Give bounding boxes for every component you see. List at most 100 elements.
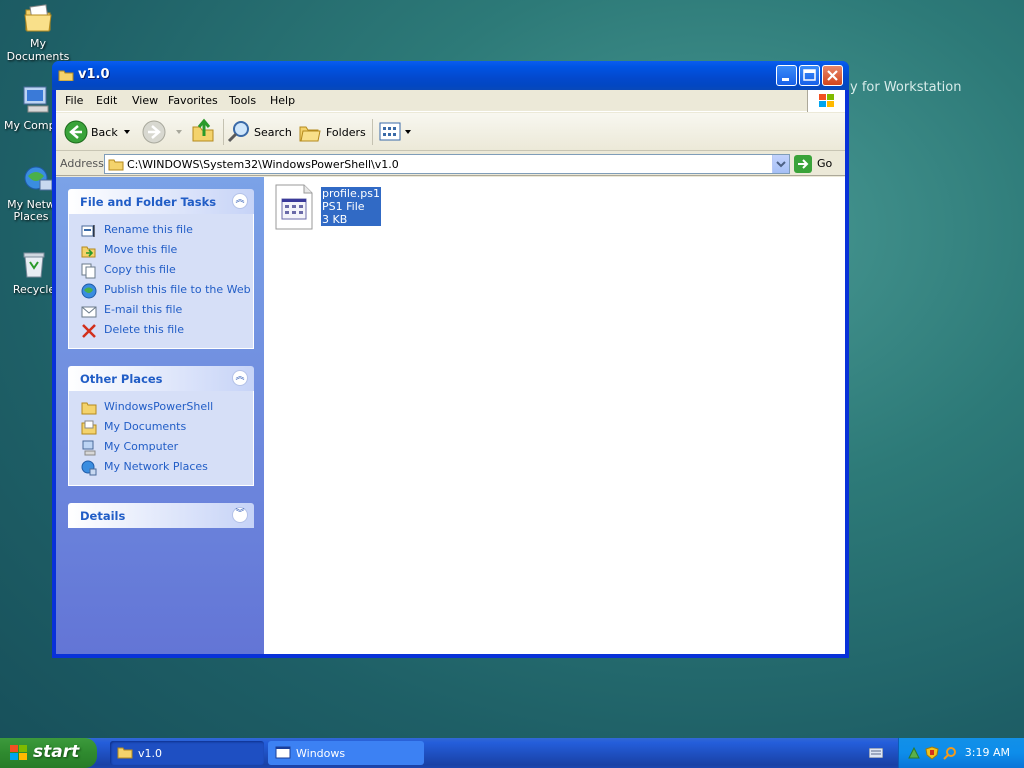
panel-body: WindowsPowerShell My Documents My Comput… [68, 391, 254, 486]
up-folder-button[interactable] [190, 118, 218, 146]
script-file-icon [275, 184, 313, 230]
place-my-documents[interactable]: My Documents [81, 419, 253, 439]
collapse-chevron-icon[interactable]: ︽ [232, 370, 248, 386]
maximize-button[interactable] [799, 65, 820, 86]
task-rename[interactable]: Rename this file [81, 222, 253, 242]
minimize-icon [782, 78, 789, 81]
taskbar-button-v1[interactable]: v1.0 [110, 741, 264, 765]
move-icon [81, 246, 96, 258]
place-label: WindowsPowerShell [104, 400, 214, 413]
other-places-panel: Other Places ︽ WindowsPowerShell My Docu… [68, 366, 254, 486]
maximize-icon [803, 69, 816, 81]
go-button[interactable]: Go [794, 154, 840, 174]
minimize-button[interactable] [776, 65, 797, 86]
clock: 3:19 AM [964, 746, 1010, 759]
task-label: Publish this file to the Web [104, 283, 251, 296]
views-dropdown-icon [405, 130, 411, 134]
toolbar-separator [223, 119, 224, 145]
rename-icon [81, 225, 95, 237]
keyboard-icon[interactable] [869, 748, 883, 758]
security-shield-icon[interactable] [925, 746, 939, 760]
task-email[interactable]: E-mail this file [81, 302, 253, 322]
network-places-icon [22, 164, 54, 196]
task-label: Delete this file [104, 323, 184, 336]
file-item[interactable]: profile.ps1 PS1 File 3 KB [264, 177, 384, 237]
my-documents-icon [22, 2, 54, 34]
menu-file[interactable]: File [65, 94, 83, 107]
desktop-icon-my-documents[interactable]: My Documents [0, 2, 76, 63]
place-label: My Documents [104, 420, 187, 433]
network-icon [81, 460, 97, 476]
task-publish[interactable]: Publish this file to the Web [81, 282, 253, 302]
taskbar-button-windows[interactable]: Windows [268, 741, 424, 765]
panel-title: Details [80, 509, 126, 523]
close-button[interactable] [822, 65, 843, 86]
place-my-computer[interactable]: My Computer [81, 439, 253, 459]
panel-title: File and Folder Tasks [80, 195, 217, 209]
place-windowspowershell[interactable]: WindowsPowerShell [81, 399, 253, 419]
file-list-view[interactable]: profile.ps1 PS1 File 3 KB [264, 177, 845, 654]
network-tray-icon[interactable] [907, 746, 921, 760]
task-label: Rename this file [104, 223, 193, 236]
views-button[interactable] [377, 118, 413, 146]
go-arrow-icon [794, 155, 812, 173]
my-computer-icon [20, 84, 52, 116]
taskbar-button-label: v1.0 [138, 747, 163, 760]
menu-favorites[interactable]: Favorites [168, 94, 218, 107]
file-tasks-panel: File and Folder Tasks ︽ Rename this file… [68, 189, 254, 349]
search-tray-icon[interactable] [943, 746, 957, 760]
documents-icon [81, 420, 97, 435]
back-dropdown-icon[interactable] [124, 130, 132, 136]
menu-view[interactable]: View [132, 94, 158, 107]
panel-title: Other Places [80, 372, 163, 386]
back-button[interactable]: Back [62, 118, 132, 146]
forward-arrow-icon [142, 120, 166, 144]
panel-header[interactable]: Details ︾ [68, 503, 254, 528]
recycle-bin-icon [18, 248, 50, 280]
address-dropdown-button[interactable] [772, 155, 789, 173]
task-copy[interactable]: Copy this file [81, 262, 253, 282]
menu-edit[interactable]: Edit [96, 94, 117, 107]
explorer-window: v1.0 File Edit View Favorites Tools Help [52, 61, 849, 658]
chevron-down-icon [776, 161, 786, 168]
copy-icon [81, 263, 96, 279]
standard-toolbar: Back Search Folders [56, 113, 845, 151]
panel-header[interactable]: Other Places ︽ [68, 366, 254, 391]
details-panel: Details ︾ [68, 503, 254, 528]
title-bar[interactable]: v1.0 [52, 61, 849, 90]
address-input[interactable]: C:\WINDOWS\System32\WindowsPowerShell\v1… [104, 154, 790, 174]
folders-button[interactable]: Folders [298, 118, 366, 146]
search-button[interactable]: Search [227, 118, 293, 146]
task-delete[interactable]: Delete this file [81, 322, 253, 342]
back-arrow-icon [64, 120, 88, 144]
go-label: Go [817, 157, 833, 170]
folder-icon [58, 70, 74, 81]
menu-help[interactable]: Help [270, 94, 295, 107]
forward-button[interactable] [142, 118, 182, 146]
panel-header[interactable]: File and Folder Tasks ︽ [68, 189, 254, 214]
address-bar: Address C:\WINDOWS\System32\WindowsPower… [56, 152, 845, 176]
start-button[interactable]: start [0, 738, 97, 768]
email-icon [81, 306, 97, 318]
task-move[interactable]: Move this file [81, 242, 253, 262]
system-tray: 3:19 AM [898, 738, 1024, 768]
wallpaper-text: y for Workstation [850, 80, 962, 95]
window-title: v1.0 [78, 67, 110, 82]
menu-tools[interactable]: Tools [229, 94, 256, 107]
globe-icon [81, 283, 97, 299]
folder-icon [117, 747, 133, 759]
views-icon [379, 122, 401, 141]
back-label: Back [91, 126, 118, 139]
window-frame: File Edit View Favorites Tools Help Back [56, 90, 845, 654]
address-path: C:\WINDOWS\System32\WindowsPowerShell\v1… [127, 158, 399, 171]
task-pane: File and Folder Tasks ︽ Rename this file… [56, 177, 264, 654]
collapse-chevron-icon[interactable]: ︽ [232, 193, 248, 209]
file-label: profile.ps1 PS1 File 3 KB [321, 187, 381, 226]
folder-icon [108, 159, 124, 171]
place-label: My Computer [104, 440, 179, 453]
expand-chevron-icon[interactable]: ︾ [232, 507, 248, 523]
place-label: My Network Places [104, 460, 208, 473]
task-label: Copy this file [104, 263, 176, 276]
place-my-network-places[interactable]: My Network Places [81, 459, 253, 479]
forward-dropdown-icon[interactable] [176, 130, 184, 136]
